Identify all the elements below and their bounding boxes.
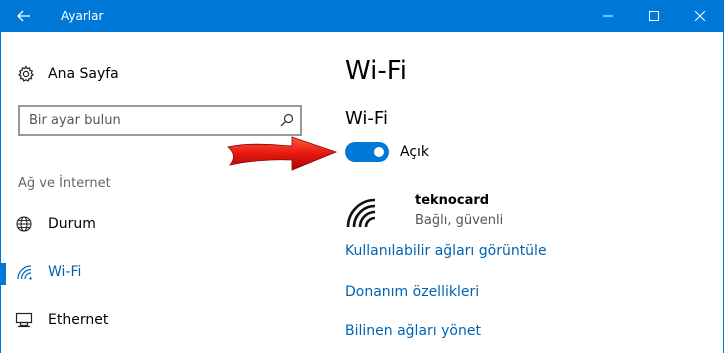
sidebar-section-label: Ağ ve İnternet <box>18 176 111 191</box>
sidebar-item-durum[interactable]: Durum <box>0 206 320 242</box>
wifi-toggle-label: Açık <box>400 144 430 160</box>
arrow-left-icon <box>17 10 30 22</box>
back-button[interactable] <box>0 0 48 32</box>
wifi-toggle[interactable] <box>345 142 389 162</box>
network-status: Bağlı, güvenli <box>415 213 504 228</box>
close-button[interactable] <box>677 0 723 32</box>
sidebar-item-ethernet[interactable]: Ethernet <box>0 302 320 338</box>
hardware-properties-link[interactable]: Donanım özellikleri <box>345 284 479 300</box>
close-icon <box>695 11 705 21</box>
minimize-icon <box>603 15 613 17</box>
window-title: Ayarlar <box>61 9 104 23</box>
wifi-icon <box>17 265 32 280</box>
maximize-icon <box>649 11 659 21</box>
show-available-networks-link[interactable]: Kullanılabilir ağları görüntüle <box>345 243 547 259</box>
red-arrow-icon <box>227 136 338 171</box>
sidebar-home[interactable]: Ana Sayfa <box>17 63 119 85</box>
wifi-signal-icon <box>346 198 376 228</box>
sidebar-item-label: Wi-Fi <box>48 264 82 280</box>
network-name: teknocard <box>415 193 490 208</box>
title-bar: Ayarlar <box>0 0 724 32</box>
manage-known-networks-link[interactable]: Bilinen ağları yönet <box>345 323 481 339</box>
toggle-knob <box>374 147 384 157</box>
sidebar-home-label: Ana Sayfa <box>48 66 119 82</box>
search-icon[interactable] <box>280 113 294 127</box>
search-box[interactable] <box>18 105 302 136</box>
sidebar-item-wifi[interactable]: Wi-Fi <box>0 254 320 290</box>
globe-icon <box>16 216 32 232</box>
sidebar-item-label: Durum <box>48 216 96 232</box>
search-input[interactable] <box>29 111 269 130</box>
connected-network[interactable]: teknocard Bağlı, güvenli <box>345 193 645 237</box>
sidebar-item-label: Ethernet <box>48 312 109 328</box>
gear-icon <box>18 65 34 82</box>
minimize-button[interactable] <box>585 0 631 32</box>
maximize-button[interactable] <box>631 0 677 32</box>
page-title: Wi-Fi <box>345 56 408 86</box>
wifi-section-title: Wi-Fi <box>345 108 388 129</box>
ethernet-icon <box>15 312 33 328</box>
